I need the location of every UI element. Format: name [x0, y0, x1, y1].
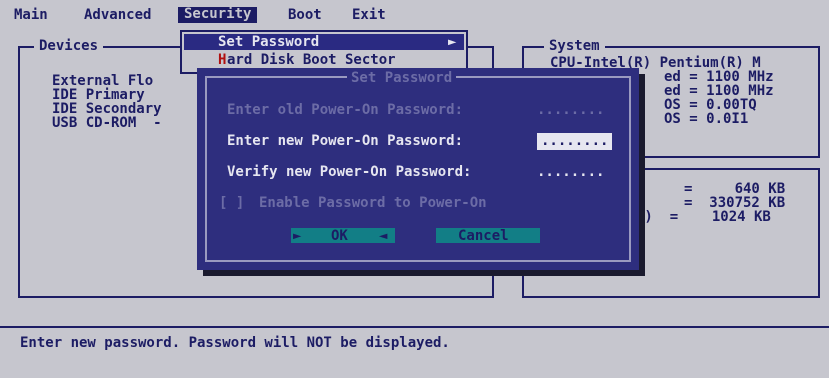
verify-password-label: Verify new Power-On Password: [227, 164, 472, 180]
status-divider [0, 326, 829, 328]
menu-advanced[interactable]: Advanced [84, 8, 151, 22]
old-password-field[interactable]: ........ [537, 103, 604, 119]
enable-password-checkbox[interactable]: [ ] [219, 196, 244, 210]
ok-button[interactable]: ► OK ◄ [291, 228, 395, 243]
devices-legend: Devices [34, 39, 104, 53]
hard-disk-boot-sector-label: ard Disk Boot Sector [227, 52, 396, 68]
submenu-arrow-icon: ► [448, 34, 457, 50]
ok-right-arrow-icon: ◄ [379, 228, 388, 244]
dropdown-item-set-password[interactable]: Set Password ► [184, 34, 464, 50]
dropdown-item-hard-disk-boot-sector[interactable]: H ard Disk Boot Sector [184, 52, 464, 68]
cancel-label: Cancel [458, 228, 509, 244]
system-speed-1: ed = 1100 MHz [664, 69, 774, 85]
device-row-ide-primary[interactable]: IDE Primary [52, 88, 145, 102]
hotkey-h: H [218, 52, 227, 68]
new-password-field[interactable]: ........ [537, 133, 613, 150]
menu-bar: Main Advanced Security Boot Exit [0, 0, 829, 28]
menu-boot[interactable]: Boot [288, 8, 322, 22]
status-help-text: Enter new password. Password will NOT be… [20, 335, 450, 351]
enable-password-label: Enable Password to Power-On [259, 195, 487, 211]
system-legend: System [544, 39, 605, 53]
old-password-label: Enter old Power-On Password: [227, 102, 464, 118]
system-speed-2: ed = 1100 MHz [664, 83, 774, 99]
menu-main[interactable]: Main [14, 8, 48, 22]
menu-exit[interactable]: Exit [352, 8, 386, 22]
ok-left-arrow-icon: ► [293, 228, 302, 244]
cancel-button[interactable]: Cancel [436, 228, 540, 243]
system-ec-version: OS = 0.0I1 [664, 111, 749, 127]
verify-password-field[interactable]: ........ [537, 165, 604, 181]
dialog-title: Set Password [347, 71, 457, 85]
memory-row-base: = 640 KB [684, 181, 786, 197]
memory-row-cache: t) = 1024 KB [636, 209, 771, 225]
set-password-label: Set Password [218, 34, 320, 50]
menu-security[interactable]: Security [178, 7, 258, 23]
ok-label: OK [331, 228, 348, 244]
device-row-external-floppy[interactable]: External Flo [52, 74, 153, 88]
set-password-dialog: Set Password Enter old Power-On Password… [197, 68, 639, 270]
new-password-label: Enter new Power-On Password: [227, 133, 464, 149]
device-row-usb-cdrom[interactable]: USB CD-ROM - [52, 116, 162, 130]
memory-row-extended: = 330752 KB [684, 195, 786, 211]
device-row-ide-secondary[interactable]: IDE Secondary [52, 102, 162, 116]
system-bios-version: OS = 0.00TQ [664, 97, 757, 113]
